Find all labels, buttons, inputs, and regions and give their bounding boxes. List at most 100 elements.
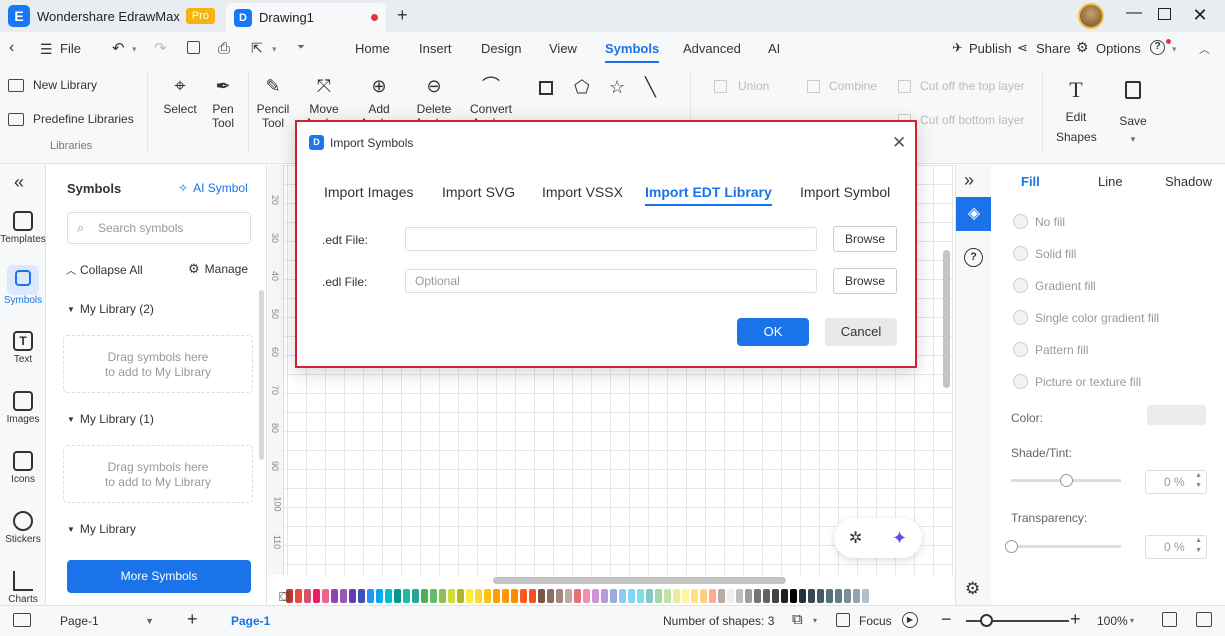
shade-tint-value-input[interactable]: 0 % ▲ ▼ [1145,470,1207,494]
menu-file[interactable]: File [60,41,81,56]
color-swatch[interactable] [457,589,464,603]
color-swatch[interactable] [547,589,554,603]
menu-insert[interactable]: Insert [419,41,452,56]
color-swatch[interactable] [520,589,527,603]
menu-home[interactable]: Home [355,41,390,56]
color-swatch[interactable] [358,589,365,603]
undo-dropdown-icon[interactable]: ▾ [132,44,137,55]
tab-line[interactable]: Line [1098,174,1123,189]
color-swatch[interactable] [763,589,770,603]
color-swatch[interactable] [583,589,590,603]
user-avatar[interactable] [1078,3,1104,29]
color-swatch[interactable] [691,589,698,603]
zoom-out-icon[interactable]: − [941,609,952,630]
fill-bucket-icon[interactable]: ⛋ [279,589,289,605]
maximize-icon[interactable] [1158,8,1171,20]
rail-charts[interactable]: Charts [0,571,46,605]
color-swatch[interactable] [655,589,662,603]
color-swatch[interactable] [619,589,626,603]
tab-fill[interactable]: Fill [1021,174,1040,189]
play-presentation-icon[interactable]: ▶ [902,612,918,628]
no-fill-radio[interactable]: No fill [1012,214,1065,229]
edit-shapes-button[interactable]: T Edit Shapes [1056,78,1097,145]
browse-edt-button[interactable]: Browse [833,226,897,252]
color-swatch[interactable] [817,589,824,603]
pencil-tool-button[interactable]: ✎ Pencil Tool [253,74,293,130]
color-swatch[interactable] [556,589,563,603]
color-swatch[interactable] [304,589,311,603]
select-tool-button[interactable]: ⌖ Select [162,74,198,116]
close-window-icon[interactable]: ✕ [1190,5,1210,26]
color-swatch[interactable] [700,589,707,603]
pentagon-shape-icon[interactable]: ⬠ [574,77,590,98]
color-swatch[interactable] [439,589,446,603]
document-tab[interactable]: D Drawing1 [226,3,386,32]
customize-toolbar-icon[interactable]: ⏷ [297,42,305,53]
color-swatch[interactable] [1147,405,1206,425]
options-button[interactable]: Options [1096,41,1141,56]
tab-shadow[interactable]: Shadow [1165,174,1212,189]
expand-right-panel-icon[interactable]: » [964,170,974,191]
color-swatch[interactable] [529,589,536,603]
color-swatch[interactable] [511,589,518,603]
new-library-button[interactable]: New Library [8,78,97,92]
canvas-vertical-scrollbar[interactable] [943,250,950,388]
fullscreen-icon[interactable] [1196,612,1212,627]
color-swatch[interactable] [754,589,761,603]
cancel-button[interactable]: Cancel [825,318,897,346]
save-ribbon-button[interactable]: Save ▾ [1113,78,1153,146]
rectangle-shape-icon[interactable] [539,81,553,95]
color-swatch[interactable] [322,589,329,603]
color-swatch[interactable] [376,589,383,603]
color-swatch[interactable] [673,589,680,603]
library-header[interactable]: ▼ My Library [67,522,136,536]
menu-symbols[interactable]: Symbols [605,41,660,63]
color-swatch[interactable] [331,589,338,603]
combine-button[interactable]: Combine [807,79,877,93]
manage-button[interactable]: ⚙ Manage [188,261,248,277]
color-swatch[interactable] [403,589,410,603]
new-tab-plus-icon[interactable]: + [397,5,408,26]
collapse-panel-icon[interactable]: « [14,172,24,193]
page-select-dropdown[interactable]: Page-1 ▼ [46,610,168,632]
gradient-fill-radio[interactable]: Gradient fill [1013,278,1096,293]
library-header[interactable]: ▼ My Library (2) [67,302,154,316]
star-shape-icon[interactable]: ☆ [609,77,625,98]
rail-templates[interactable]: Templates [0,211,46,245]
tab-import-svg[interactable]: Import SVG [442,184,515,200]
zoom-level[interactable]: 100% [1097,614,1128,628]
tab-import-symbol[interactable]: Import Symbol [800,184,890,200]
solid-fill-radio[interactable]: Solid fill [1012,246,1076,261]
color-swatch[interactable] [385,589,392,603]
color-swatch[interactable] [466,589,473,603]
color-swatch[interactable] [592,589,599,603]
canvas-horizontal-scrollbar[interactable] [493,577,786,584]
shade-tint-slider-knob[interactable] [1060,474,1073,487]
transparency-value-input[interactable]: 0 % ▲ ▼ [1145,535,1207,559]
help-icon[interactable]: ? [1150,40,1165,55]
color-swatch[interactable] [790,589,797,603]
zoom-slider-knob[interactable] [980,614,993,627]
shade-tint-slider[interactable] [1011,474,1121,487]
zoom-in-icon[interactable]: + [1070,609,1081,630]
color-swatch[interactable] [781,589,788,603]
more-symbols-button[interactable]: More Symbols [67,560,251,593]
edt-file-input[interactable] [405,227,817,251]
rail-stickers[interactable]: Stickers [0,511,46,545]
save-dropdown-icon[interactable]: ▾ [1113,132,1153,146]
publish-button[interactable]: Publish [969,41,1012,56]
color-swatch[interactable] [808,589,815,603]
save-file-icon[interactable] [187,41,200,54]
rail-text[interactable]: T Text [0,331,46,365]
color-swatch[interactable] [844,589,851,603]
help-dropdown-icon[interactable]: ▾ [1172,44,1177,55]
page-panel-icon[interactable] [13,613,31,627]
color-swatch[interactable] [682,589,689,603]
color-swatch[interactable] [448,589,455,603]
edl-file-input[interactable]: Optional [405,269,817,293]
color-swatch[interactable] [727,589,734,603]
color-swatch[interactable] [349,589,356,603]
tab-import-vssx[interactable]: Import VSSX [542,184,623,200]
color-swatch[interactable] [736,589,743,603]
page-tab-active[interactable]: Page-1 [231,614,270,628]
